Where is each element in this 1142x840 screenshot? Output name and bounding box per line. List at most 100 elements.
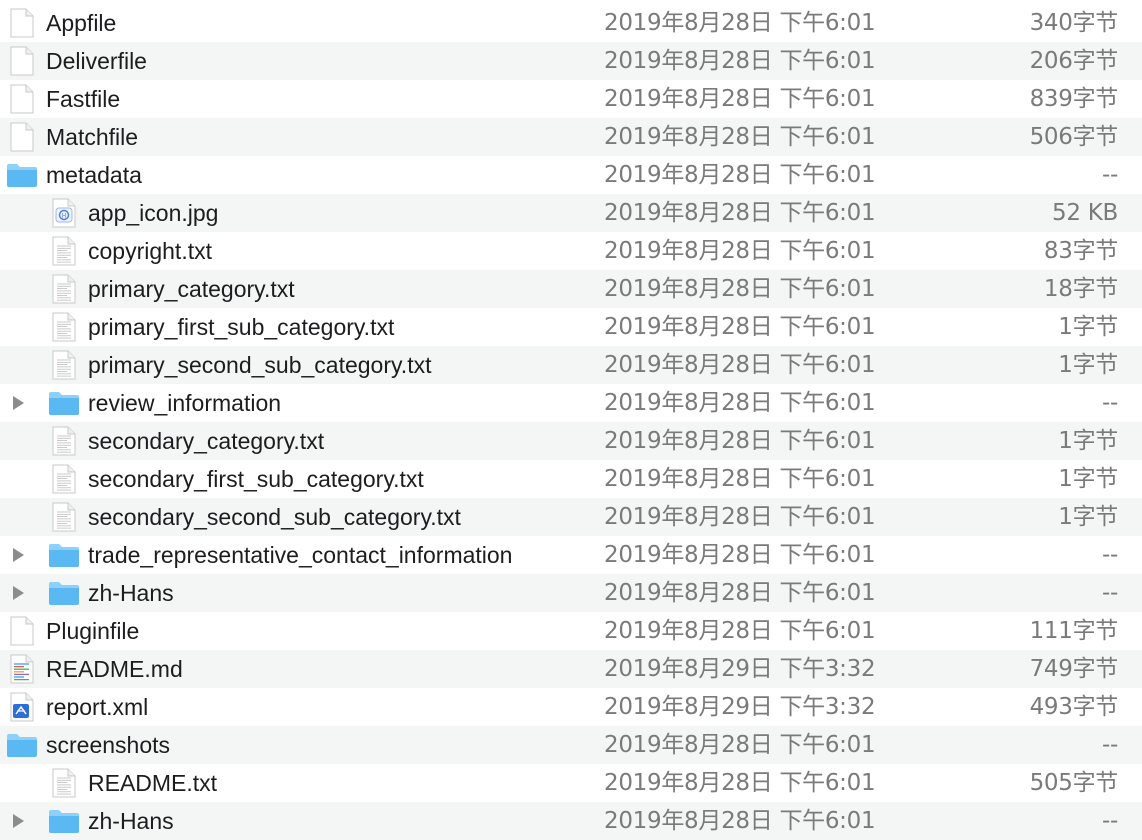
file-list: Appfile 2019年8月28日 下午6:01 340字节 Deliverfile… <box>0 4 1142 840</box>
file-size: -- <box>1102 580 1118 606</box>
file-name: primary_second_sub_category.txt <box>88 352 432 378</box>
document-icon <box>6 46 38 76</box>
date-modified: 2019年8月28日 下午6:01 <box>604 86 876 112</box>
disclosure-triangle-icon[interactable] <box>10 584 26 602</box>
file-name: secondary_category.txt <box>88 428 325 454</box>
file-name: zh-Hans <box>88 580 174 606</box>
date-modified: 2019年8月28日 下午6:01 <box>604 124 876 150</box>
file-row[interactable]: secondary_second_sub_category.txt 2019年8月… <box>0 498 1142 536</box>
folder-row[interactable]: zh-Hans 2019年8月28日 下午6:01 -- <box>0 802 1142 840</box>
disclosure-triangle-icon[interactable] <box>10 394 26 412</box>
date-modified: 2019年8月28日 下午6:01 <box>604 542 876 568</box>
date-modified: 2019年8月28日 下午6:01 <box>604 466 876 492</box>
file-size: 18字节 <box>1043 276 1118 302</box>
file-size: 1字节 <box>1058 466 1118 492</box>
disclosure-triangle-icon[interactable] <box>10 812 26 830</box>
svg-text:H: H <box>62 213 67 220</box>
date-modified: 2019年8月29日 下午3:32 <box>604 694 876 720</box>
file-row[interactable]: secondary_first_sub_category.txt 2019年8月2… <box>0 460 1142 498</box>
folder-icon <box>6 161 38 189</box>
file-row[interactable]: report.xml 2019年8月29日 下午3:32 493字节 <box>0 688 1142 726</box>
xml-file-icon <box>6 692 38 722</box>
file-row[interactable]: README.txt 2019年8月28日 下午6:01 505字节 <box>0 764 1142 802</box>
file-name: Matchfile <box>46 124 139 150</box>
file-row[interactable]: README.md 2019年8月29日 下午3:32 749字节 <box>0 650 1142 688</box>
file-name: Deliverfile <box>46 48 147 74</box>
date-modified: 2019年8月28日 下午6:01 <box>604 162 876 188</box>
text-file-icon <box>48 236 80 266</box>
disclosure-triangle-icon[interactable] <box>10 546 26 564</box>
file-size: 493字节 <box>1029 694 1119 720</box>
text-file-icon <box>48 274 80 304</box>
date-modified: 2019年8月28日 下午6:01 <box>604 314 876 340</box>
file-row[interactable]: secondary_category.txt 2019年8月28日 下午6:01 1… <box>0 422 1142 460</box>
date-modified: 2019年8月28日 下午6:01 <box>604 808 876 834</box>
file-size: 1字节 <box>1058 504 1118 530</box>
document-icon <box>6 122 38 152</box>
file-size: 340字节 <box>1029 10 1119 36</box>
folder-row[interactable]: zh-Hans 2019年8月28日 下午6:01 -- <box>0 574 1142 612</box>
text-file-icon <box>48 350 80 380</box>
file-size: 506字节 <box>1029 124 1119 150</box>
folder-icon <box>48 579 80 607</box>
date-modified: 2019年8月28日 下午6:01 <box>604 732 876 758</box>
file-name: app_icon.jpg <box>88 200 219 226</box>
file-row[interactable]: Happ_icon.jpg 2019年8月28日 下午6:01 52 KB <box>0 194 1142 232</box>
file-row[interactable]: primary_second_sub_category.txt 2019年8月28… <box>0 346 1142 384</box>
date-modified: 2019年8月28日 下午6:01 <box>604 276 876 302</box>
file-name: secondary_second_sub_category.txt <box>88 504 461 530</box>
folder-icon <box>48 541 80 569</box>
date-modified: 2019年8月28日 下午6:01 <box>604 10 876 36</box>
file-row[interactable]: primary_category.txt 2019年8月28日 下午6:01 18字… <box>0 270 1142 308</box>
folder-row[interactable]: screenshots 2019年8月28日 下午6:01 -- <box>0 726 1142 764</box>
file-name: README.md <box>46 656 183 682</box>
date-modified: 2019年8月28日 下午6:01 <box>604 390 876 416</box>
text-file-icon <box>48 768 80 798</box>
text-file-icon <box>48 502 80 532</box>
document-icon <box>6 616 38 646</box>
folder-row[interactable]: trade_representative_contact_information… <box>0 536 1142 574</box>
file-size: 1字节 <box>1058 428 1118 454</box>
markdown-file-icon <box>6 654 38 684</box>
date-modified: 2019年8月28日 下午6:01 <box>604 352 876 378</box>
file-row[interactable]: Matchfile 2019年8月28日 下午6:01 506字节 <box>0 118 1142 156</box>
file-size: 749字节 <box>1029 656 1119 682</box>
document-icon <box>6 8 38 38</box>
file-size: 52 KB <box>1052 200 1118 226</box>
file-size: 1字节 <box>1058 314 1118 340</box>
date-modified: 2019年8月28日 下午6:01 <box>604 428 876 454</box>
file-row[interactable]: Fastfile 2019年8月28日 下午6:01 839字节 <box>0 80 1142 118</box>
file-name: primary_first_sub_category.txt <box>88 314 395 340</box>
file-size: 206字节 <box>1029 48 1119 74</box>
date-modified: 2019年8月28日 下午6:01 <box>604 504 876 530</box>
file-name: copyright.txt <box>88 238 212 264</box>
file-size: 505字节 <box>1029 770 1119 796</box>
file-name: Pluginfile <box>46 618 140 644</box>
file-size: -- <box>1102 162 1118 188</box>
file-name: secondary_first_sub_category.txt <box>88 466 424 492</box>
file-size: 839字节 <box>1029 86 1119 112</box>
file-size: -- <box>1102 390 1118 416</box>
folder-row[interactable]: review_information 2019年8月28日 下午6:01 -- <box>0 384 1142 422</box>
folder-icon <box>6 731 38 759</box>
file-name: primary_category.txt <box>88 276 295 302</box>
folder-icon <box>48 389 80 417</box>
file-row[interactable]: Deliverfile 2019年8月28日 下午6:01 206字节 <box>0 42 1142 80</box>
file-size: -- <box>1102 542 1118 568</box>
date-modified: 2019年8月28日 下午6:01 <box>604 580 876 606</box>
date-modified: 2019年8月28日 下午6:01 <box>604 200 876 226</box>
date-modified: 2019年8月28日 下午6:01 <box>604 770 876 796</box>
date-modified: 2019年8月28日 下午6:01 <box>604 618 876 644</box>
file-row[interactable]: Appfile 2019年8月28日 下午6:01 340字节 <box>0 4 1142 42</box>
file-name: trade_representative_contact_information <box>88 542 513 568</box>
file-row[interactable]: copyright.txt 2019年8月28日 下午6:01 83字节 <box>0 232 1142 270</box>
file-name: zh-Hans <box>88 808 174 834</box>
file-name: metadata <box>46 162 142 188</box>
file-name: README.txt <box>88 770 218 796</box>
folder-row[interactable]: metadata 2019年8月28日 下午6:01 -- <box>0 156 1142 194</box>
file-size: -- <box>1102 808 1118 834</box>
file-name: Appfile <box>46 10 117 36</box>
file-row[interactable]: Pluginfile 2019年8月28日 下午6:01 111字节 <box>0 612 1142 650</box>
file-row[interactable]: primary_first_sub_category.txt 2019年8月28日… <box>0 308 1142 346</box>
file-size: -- <box>1102 732 1118 758</box>
